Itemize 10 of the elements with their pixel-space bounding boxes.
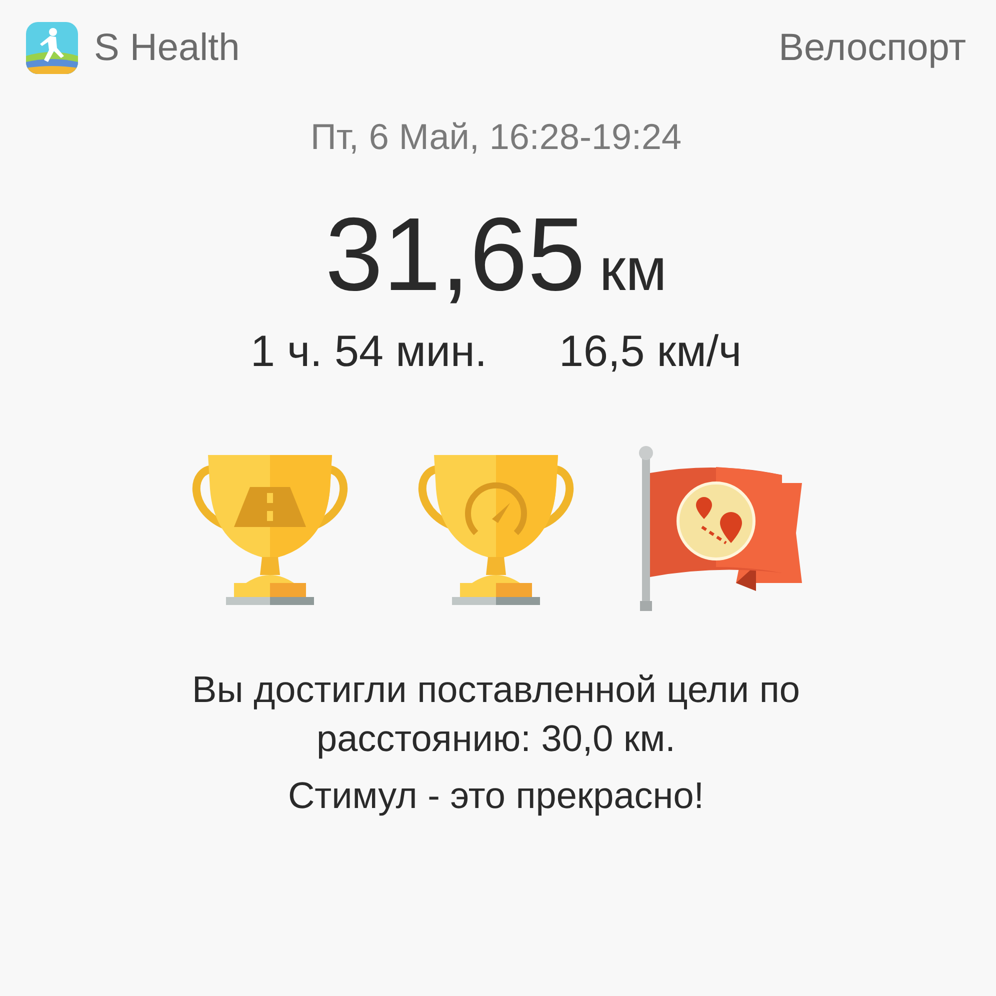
- workout-stat: 1 ч. 54 мин.: [250, 327, 488, 377]
- activity-type: Велоспорт: [778, 26, 966, 70]
- app-logo-icon: [26, 22, 78, 74]
- workout-date: Пт, 6 Май, 16:28-19:24: [310, 116, 682, 158]
- distance-unit: км: [599, 235, 667, 304]
- goal-message: Вы достигли поставленной цели по расстоянию: 30,0 км.: [191, 668, 801, 761]
- workout-stat: 16,5 км/ч: [559, 327, 742, 377]
- distance-value: 31,65: [325, 196, 586, 315]
- motivation-message: Стимул - это прекрасно!: [288, 775, 704, 817]
- app-name: S Health: [94, 26, 240, 70]
